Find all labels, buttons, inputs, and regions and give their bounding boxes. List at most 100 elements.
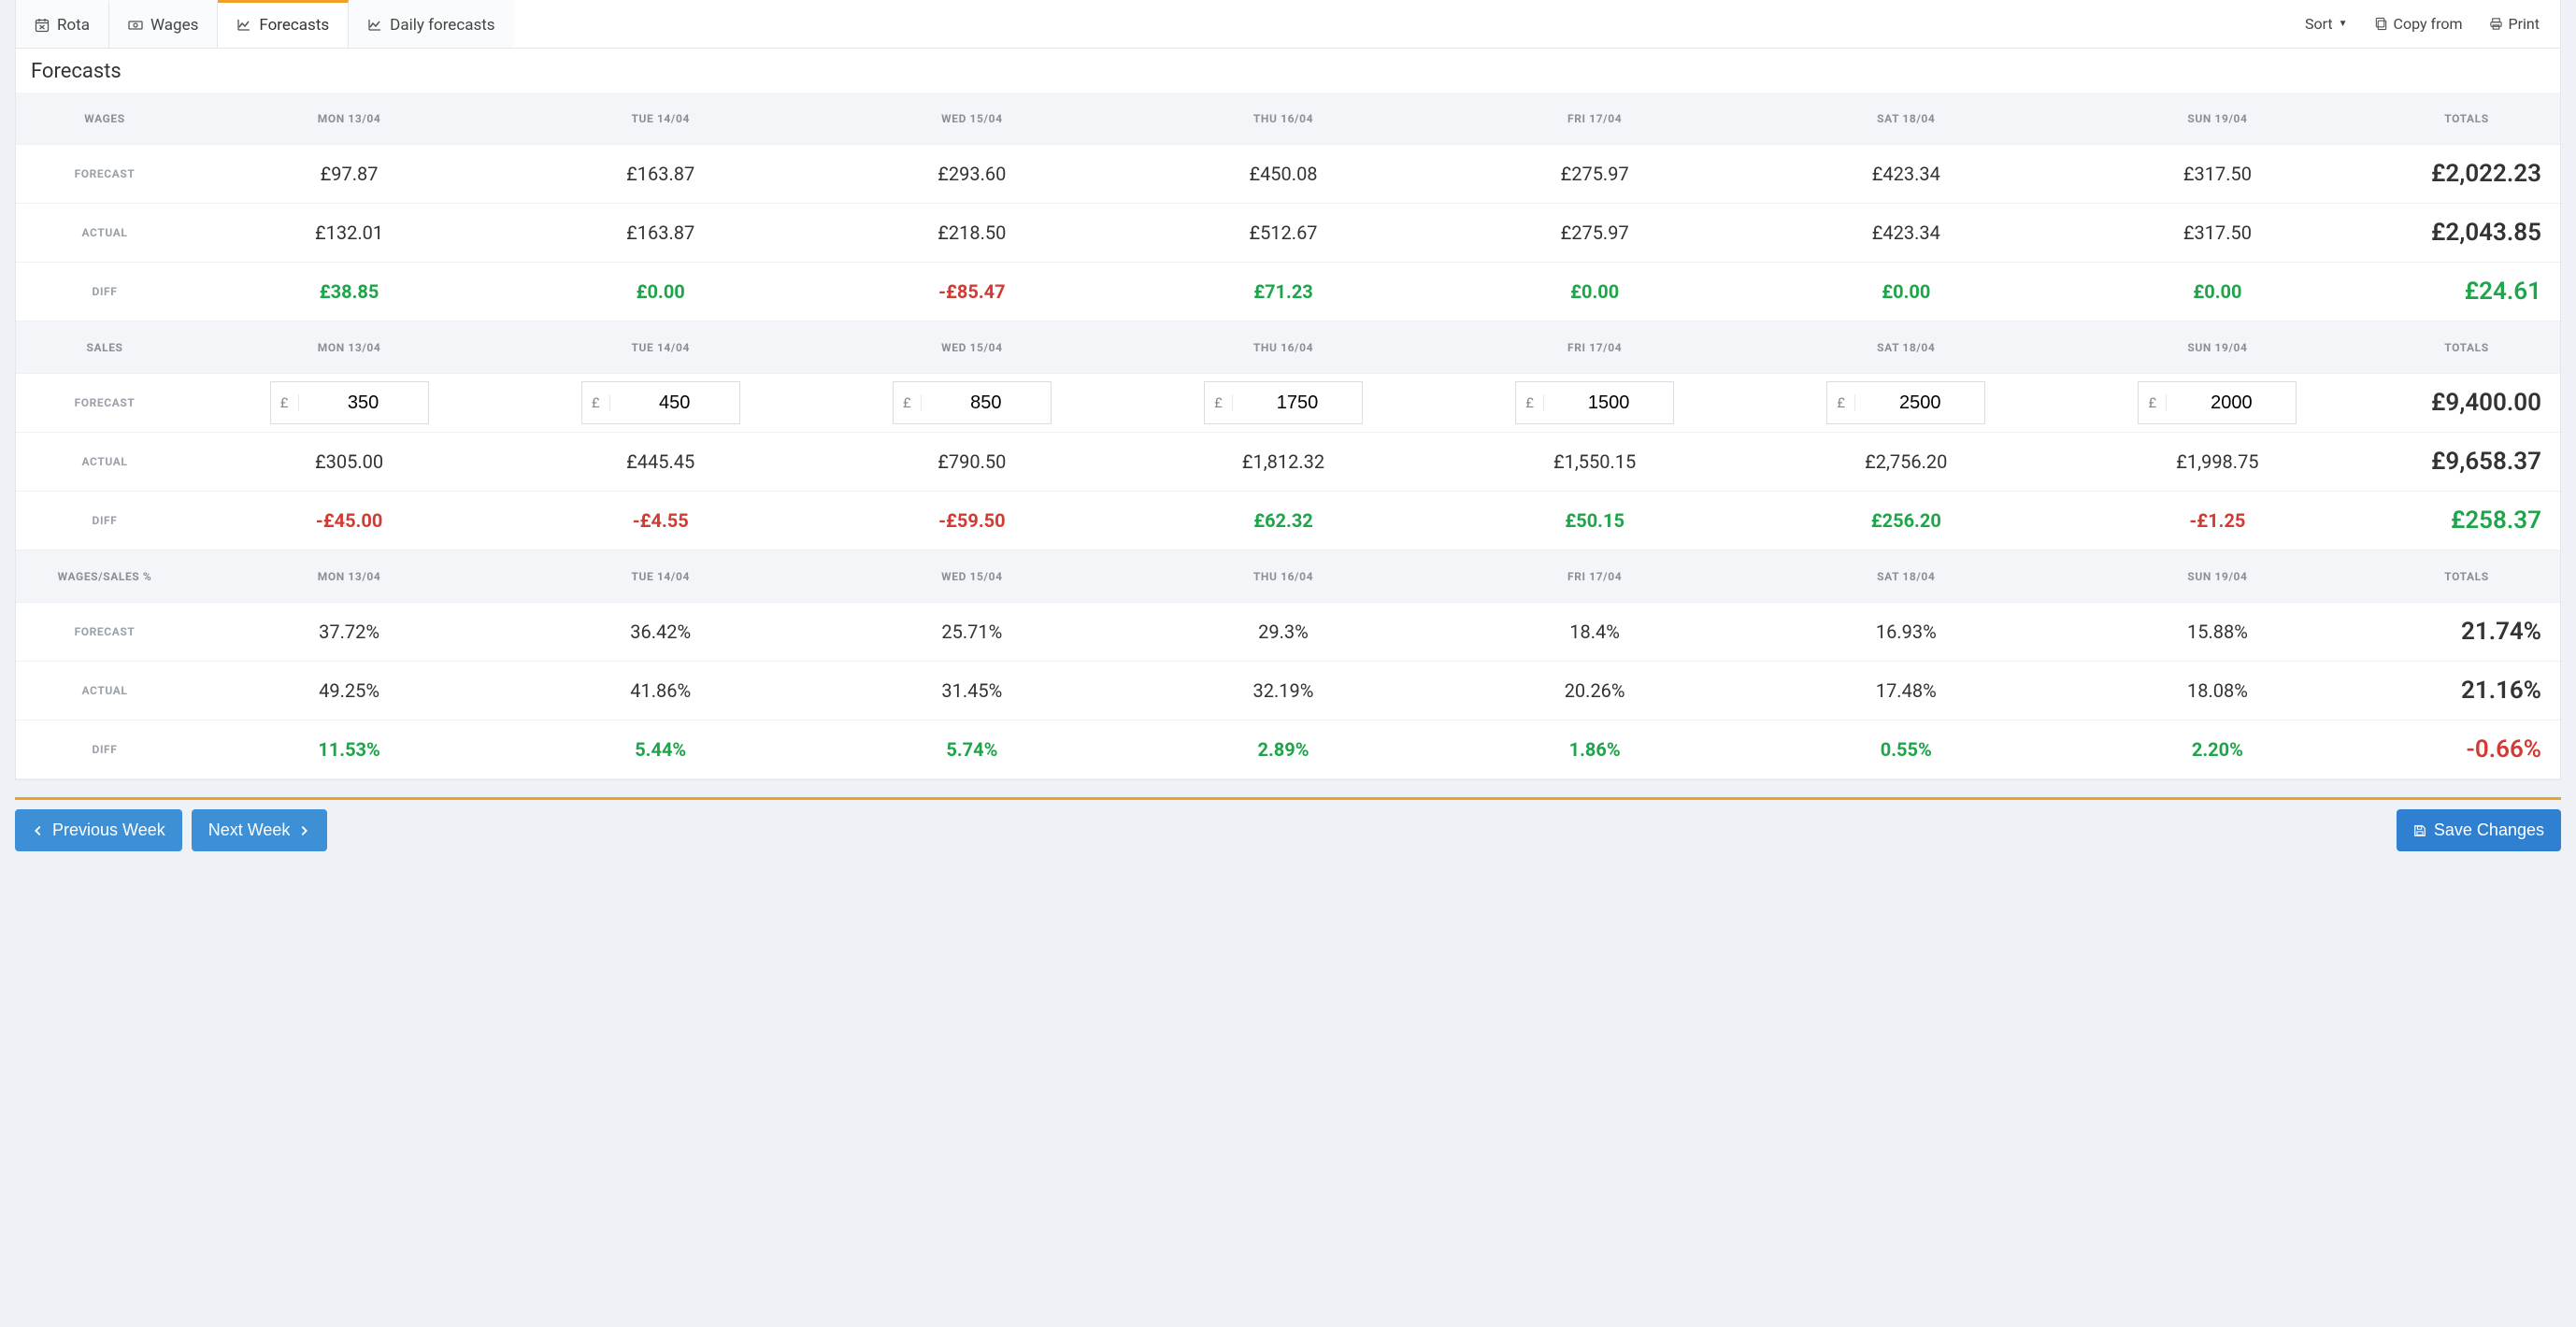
day-header: MON 13/04: [193, 93, 505, 145]
value-cell: £0.00: [505, 263, 816, 321]
forecast-input[interactable]: [299, 382, 428, 423]
value-cell: £163.87: [505, 145, 816, 204]
total-cell: £24.61: [2373, 263, 2560, 321]
day-header: SAT 18/04: [1751, 550, 2062, 603]
tab-rota[interactable]: Rota: [16, 0, 109, 48]
money-input[interactable]: £: [893, 381, 1052, 424]
caret-down-icon: ▼: [2339, 19, 2348, 29]
day-header: FRI 17/04: [1439, 321, 1751, 374]
value-cell: £132.01: [193, 204, 505, 263]
value-cell: 2.89%: [1127, 721, 1438, 779]
forecast-input-cell: £: [1751, 374, 2062, 433]
calendar-icon: [35, 18, 50, 33]
total-cell: £9,658.37: [2373, 433, 2560, 492]
forecast-input[interactable]: [610, 382, 739, 423]
row-label-diff: DIFF: [16, 263, 193, 321]
day-header: WED 15/04: [816, 321, 1127, 374]
forecasts-card: Rota Wages Forecasts Daily forecasts Sor…: [15, 0, 2561, 780]
week-nav: Previous Week Next Week: [15, 809, 327, 851]
value-cell: 5.44%: [505, 721, 816, 779]
copy-from-button[interactable]: Copy from: [2374, 15, 2463, 33]
day-header: THU 16/04: [1127, 550, 1438, 603]
money-input[interactable]: £: [1204, 381, 1363, 424]
page-title: Forecasts: [16, 49, 2560, 93]
row-label-forecast: FORECAST: [16, 374, 193, 433]
value-cell: £62.32: [1127, 492, 1438, 550]
value-cell: £2,756.20: [1751, 433, 2062, 492]
money-input[interactable]: £: [581, 381, 740, 424]
totals-header: TOTALS: [2373, 321, 2560, 374]
banknote-icon: [128, 18, 143, 33]
forecast-input-cell: £: [193, 374, 505, 433]
value-cell: 18.08%: [2062, 662, 2373, 721]
currency-prefix: £: [894, 394, 922, 411]
currency-prefix: £: [1205, 394, 1233, 411]
day-header: WED 15/04: [816, 93, 1127, 145]
value-cell: £256.20: [1751, 492, 2062, 550]
value-cell: £0.00: [1751, 263, 2062, 321]
value-cell: £790.50: [816, 433, 1127, 492]
value-cell: £450.08: [1127, 145, 1438, 204]
value-cell: £423.34: [1751, 145, 2062, 204]
forecast-input[interactable]: [1544, 382, 1673, 423]
total-cell: £258.37: [2373, 492, 2560, 550]
value-cell: £275.97: [1439, 145, 1751, 204]
money-input[interactable]: £: [1515, 381, 1674, 424]
forecast-input[interactable]: [1855, 382, 1984, 423]
value-cell: £275.97: [1439, 204, 1751, 263]
forecast-input[interactable]: [922, 382, 1051, 423]
value-cell: £71.23: [1127, 263, 1438, 321]
day-header: WED 15/04: [816, 550, 1127, 603]
totals-header: TOTALS: [2373, 93, 2560, 145]
money-input[interactable]: £: [2138, 381, 2297, 424]
value-cell: 2.20%: [2062, 721, 2373, 779]
section-header-label: SALES: [16, 321, 193, 374]
print-button[interactable]: Print: [2489, 15, 2540, 33]
footer-divider: [15, 797, 2561, 800]
value-cell: £305.00: [193, 433, 505, 492]
tab-daily-forecasts[interactable]: Daily forecasts: [349, 0, 513, 48]
tab-wages[interactable]: Wages: [109, 0, 218, 48]
next-week-button[interactable]: Next Week: [192, 809, 328, 851]
value-cell: 49.25%: [193, 662, 505, 721]
value-cell: 32.19%: [1127, 662, 1438, 721]
value-cell: £445.45: [505, 433, 816, 492]
save-changes-button[interactable]: Save Changes: [2397, 809, 2561, 851]
money-input[interactable]: £: [1826, 381, 1985, 424]
money-input[interactable]: £: [270, 381, 429, 424]
currency-prefix: £: [1827, 394, 1855, 411]
button-label: Save Changes: [2434, 820, 2544, 840]
chevron-right-icon: [297, 824, 310, 837]
day-header: SAT 18/04: [1751, 321, 2062, 374]
previous-week-button[interactable]: Previous Week: [15, 809, 182, 851]
sort-dropdown[interactable]: Sort ▼: [2305, 15, 2348, 33]
tab-forecasts[interactable]: Forecasts: [218, 0, 349, 48]
currency-prefix: £: [271, 394, 299, 411]
button-label: Next Week: [208, 820, 291, 840]
value-cell: £423.34: [1751, 204, 2062, 263]
currency-prefix: £: [582, 394, 610, 411]
day-header: SAT 18/04: [1751, 93, 2062, 145]
row-label-forecast: FORECAST: [16, 603, 193, 662]
day-header: MON 13/04: [193, 550, 505, 603]
forecast-input-cell: £: [2062, 374, 2373, 433]
total-cell: £2,043.85: [2373, 204, 2560, 263]
value-cell: 29.3%: [1127, 603, 1438, 662]
copy-icon: [2374, 17, 2388, 31]
button-label: Previous Week: [52, 820, 165, 840]
value-cell: 20.26%: [1439, 662, 1751, 721]
forecast-input[interactable]: [1233, 382, 1362, 423]
chart-line-icon: [367, 18, 382, 33]
value-cell: 17.48%: [1751, 662, 2062, 721]
save-icon: [2413, 824, 2426, 837]
value-cell: -£45.00: [193, 492, 505, 550]
tabs: Rota Wages Forecasts Daily forecasts: [16, 0, 514, 48]
print-icon: [2489, 17, 2503, 31]
total-cell: £2,022.23: [2373, 145, 2560, 204]
row-label-forecast: FORECAST: [16, 145, 193, 204]
day-header: THU 16/04: [1127, 93, 1438, 145]
value-cell: 5.74%: [816, 721, 1127, 779]
forecast-input[interactable]: [2167, 382, 2296, 423]
value-cell: £0.00: [1439, 263, 1751, 321]
tab-tools: Sort ▼ Copy from Print: [2284, 15, 2560, 33]
